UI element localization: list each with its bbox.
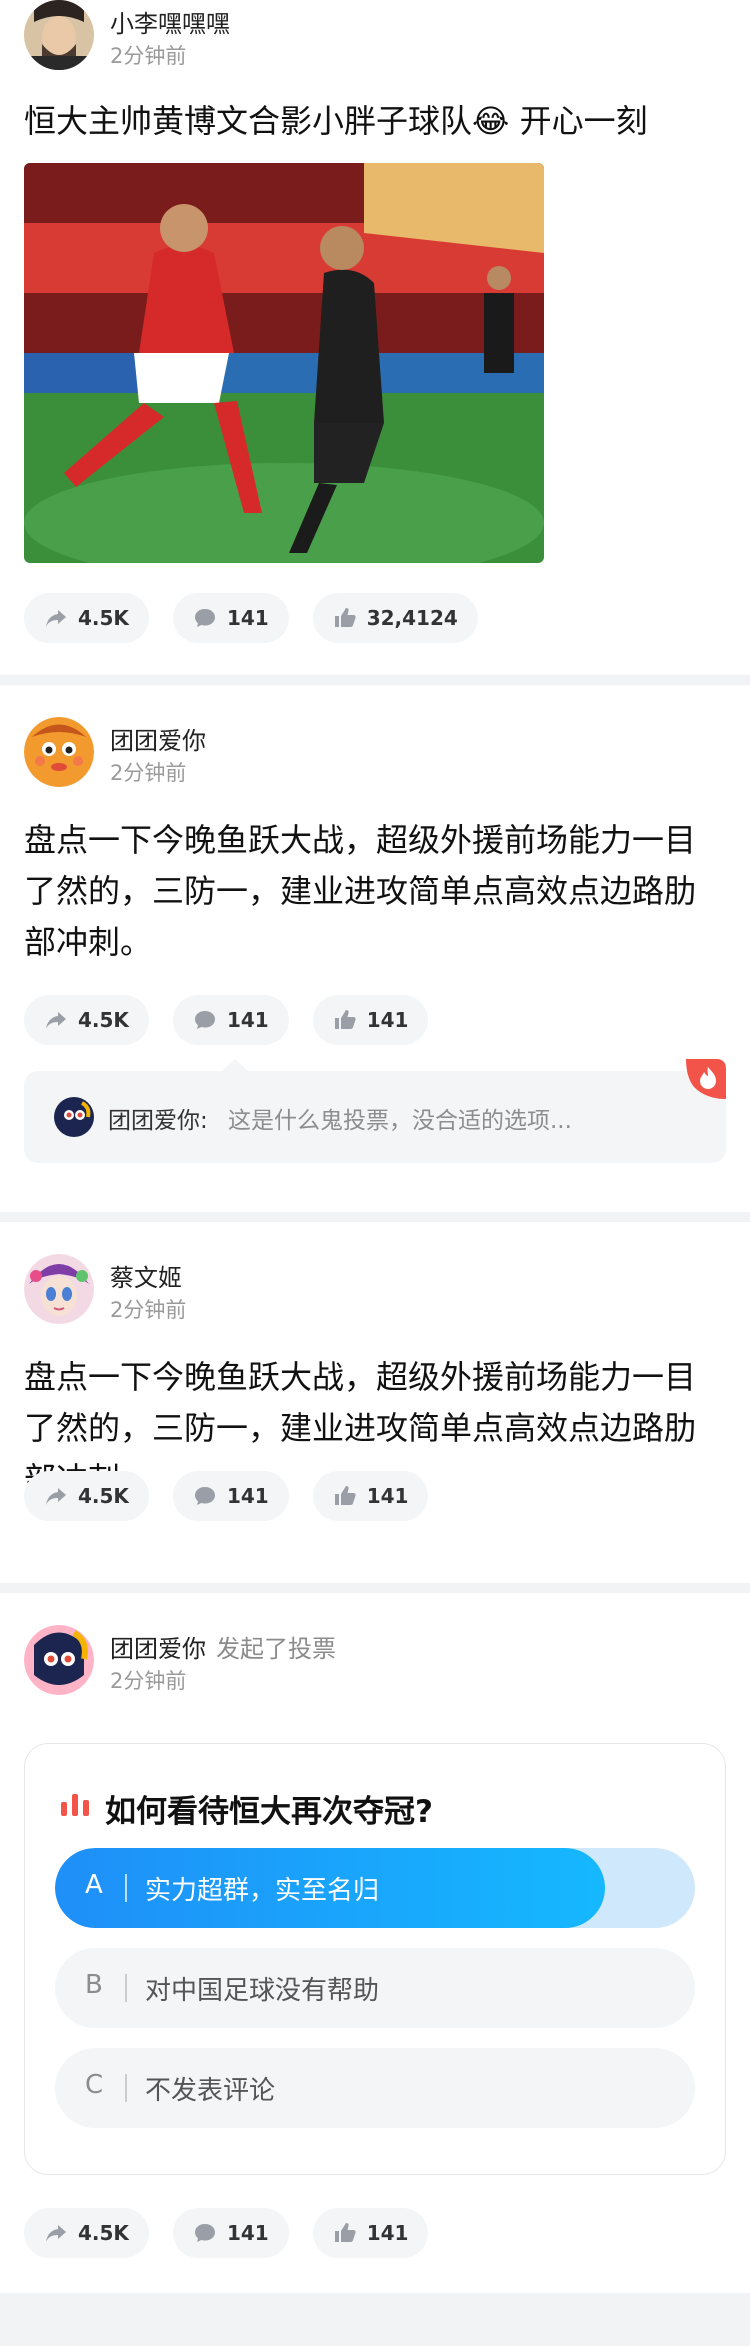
share-button[interactable]: 4.5K <box>24 1471 149 1521</box>
share-button[interactable]: 4.5K <box>24 593 149 643</box>
share-count: 4.5K <box>78 1008 129 1032</box>
poll-option-text: 不发表评论 <box>145 2076 276 2106</box>
user-avatar-image <box>24 1625 94 1695</box>
poll-card: 如何看待恒大再次夺冠? A 实力超群，实至名归 B 对中国足球没有帮助 C 不发… <box>24 1743 726 2175</box>
comment-button[interactable]: 141 <box>172 593 289 643</box>
comment-count: 141 <box>226 606 269 630</box>
comment-count: 141 <box>226 2221 269 2245</box>
user-avatar-image <box>24 717 94 787</box>
post-actions: 4.5K 141 141 <box>24 1471 429 1521</box>
post-time: 2分钟前 <box>110 761 187 785</box>
section-divider <box>0 1212 750 1222</box>
like-button[interactable]: 32,4124 <box>312 593 478 643</box>
share-count: 4.5K <box>78 2221 129 2245</box>
like-button[interactable]: 141 <box>312 995 429 1045</box>
username[interactable]: 团团爱你 <box>110 721 206 756</box>
like-count: 141 <box>366 2221 409 2245</box>
poll-option-letter: C <box>85 2070 104 2100</box>
comment-count: 141 <box>226 1484 269 1508</box>
username[interactable]: 团团爱你 <box>110 1635 206 1663</box>
post-text: 恒大主帅黄博文合影小胖子球队😂 开心一刻 <box>24 102 648 140</box>
post-text: 盘点一下今晚鱼跃大战，超级外援前场能力一目了然的，三防一，建业进攻简单点高效点边… <box>24 821 697 961</box>
football-match-photo <box>24 163 544 563</box>
avatar[interactable] <box>24 1625 94 1695</box>
like-button[interactable]: 141 <box>312 2208 429 2258</box>
post-card[interactable]: 团团爱你 发起了投票 2分钟前 如何看待恒大再次夺冠? A 实力超群，实至名归 B… <box>0 1593 750 2293</box>
like-button[interactable]: 141 <box>312 1471 429 1521</box>
section-divider <box>0 675 750 685</box>
poll-title: 如何看待恒大再次夺冠? <box>105 1794 433 1830</box>
share-count: 4.5K <box>78 1484 129 1508</box>
post-time: 2分钟前 <box>110 1298 187 1322</box>
poll-option-separator <box>125 2074 127 2102</box>
username[interactable]: 蔡文姬 <box>110 1258 182 1293</box>
avatar[interactable] <box>24 717 94 787</box>
post-card-footer: 4.5K 141 141 <box>0 1471 750 1583</box>
hot-fire-icon <box>686 1059 726 1099</box>
comment-button[interactable]: 141 <box>172 995 289 1045</box>
comment-author[interactable]: 团团爱你: <box>108 1101 208 1135</box>
username[interactable]: 小李嘿嘿嘿 <box>110 4 230 39</box>
post-action-text: 发起了投票 <box>216 1635 336 1663</box>
share-icon <box>46 1012 66 1029</box>
post-actions: 4.5K 141 141 <box>24 2208 429 2258</box>
share-count: 4.5K <box>78 606 129 630</box>
share-button[interactable]: 4.5K <box>24 995 149 1045</box>
comment-icon <box>194 1487 215 1505</box>
like-count: 32,4124 <box>366 606 458 630</box>
poll-option-text: 实力超群，实至名归 <box>145 1876 380 1906</box>
poll-option[interactable]: C 不发表评论 <box>55 2048 695 2128</box>
thumbs-up-icon <box>334 2223 356 2242</box>
comment-text: 这是什么鬼投票，没合适的选项... <box>228 1108 572 1134</box>
poll-bars-icon <box>61 1794 89 1816</box>
poll-option[interactable]: A 实力超群，实至名归 <box>55 1848 695 1928</box>
post-time: 2分钟前 <box>110 44 187 68</box>
avatar[interactable] <box>24 1254 94 1324</box>
post-card[interactable]: 蔡文姬 2分钟前 盘点一下今晚鱼跃大战，超级外援前场能力一目了然的，三防一，建业… <box>0 1222 750 1498</box>
share-icon <box>46 2225 66 2242</box>
comment-button[interactable]: 141 <box>172 2208 289 2258</box>
commenter-avatar <box>54 1097 94 1137</box>
poll-option-separator <box>125 1874 127 1902</box>
comment-icon <box>194 2224 215 2242</box>
post-actions: 4.5K 141 32,4124 <box>24 593 478 643</box>
user-avatar-image <box>24 0 94 70</box>
poll-option-separator <box>125 1974 127 2002</box>
post-time: 2分钟前 <box>110 1669 187 1693</box>
thumbs-up-icon <box>334 608 356 627</box>
poll-option-text: 对中国足球没有帮助 <box>145 1976 380 2006</box>
comment-icon <box>194 1011 215 1029</box>
poll-option-letter: A <box>85 1870 103 1900</box>
post-card[interactable]: 小李嘿嘿嘿 2分钟前 恒大主帅黄博文合影小胖子球队😂 开心一刻 4.5K 141… <box>0 0 750 675</box>
like-count: 141 <box>366 1008 409 1032</box>
username-line: 团团爱你 发起了投票 <box>110 1629 336 1664</box>
user-avatar-image <box>24 1254 94 1324</box>
avatar[interactable] <box>24 0 94 70</box>
post-photo[interactable] <box>24 163 544 563</box>
poll-option-letter: B <box>85 1970 103 2000</box>
share-icon <box>46 1488 66 1505</box>
comment-count: 141 <box>226 1008 269 1032</box>
share-button[interactable]: 4.5K <box>24 2208 149 2258</box>
comment-icon <box>194 609 215 627</box>
post-actions: 4.5K 141 141 <box>24 995 429 1045</box>
thumbs-up-icon <box>334 1010 356 1029</box>
hot-comment[interactable]: 团团爱你: 这是什么鬼投票，没合适的选项... <box>24 1071 726 1163</box>
comment-button[interactable]: 141 <box>172 1471 289 1521</box>
like-count: 141 <box>366 1484 409 1508</box>
poll-option[interactable]: B 对中国足球没有帮助 <box>55 1948 695 2028</box>
section-divider <box>0 1583 750 1593</box>
post-card[interactable]: 团团爱你 2分钟前 盘点一下今晚鱼跃大战，超级外援前场能力一目了然的，三防一，建… <box>0 685 750 1212</box>
share-icon <box>46 610 66 627</box>
thumbs-up-icon <box>334 1486 356 1505</box>
